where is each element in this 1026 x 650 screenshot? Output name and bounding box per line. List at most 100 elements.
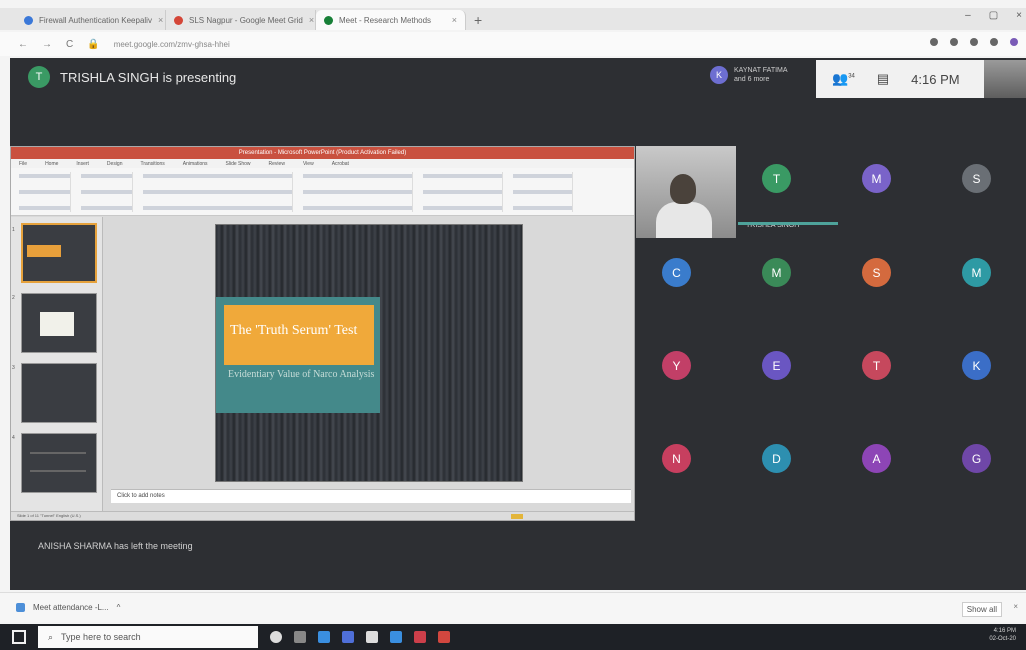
- pinned-sub: and 6 more: [734, 76, 770, 83]
- current-slide: The 'Truth Serum' Test Evidentiary Value…: [215, 224, 523, 482]
- task-view-icon[interactable]: [294, 631, 306, 643]
- close-window-button[interactable]: ×: [1016, 10, 1022, 21]
- tab-label: Firewall Authentication Keepaliv: [39, 15, 152, 25]
- ribbon-tabs: File Home Insert Design Transitions Anim…: [11, 159, 634, 168]
- ribbon-tab[interactable]: Review: [269, 161, 285, 167]
- extensions: [930, 38, 1018, 46]
- ribbon-tab[interactable]: Slide Show: [226, 161, 251, 167]
- thumb-number: 2: [12, 295, 15, 301]
- chevron-up-icon[interactable]: ^: [117, 603, 121, 612]
- presenter-avatar: T: [28, 66, 50, 88]
- slide-subtitle: Evidentiary Value of Narco Analysis: [228, 369, 375, 380]
- participant-avatar[interactable]: S: [962, 164, 991, 193]
- participant-avatar[interactable]: T: [762, 164, 791, 193]
- participant-avatar[interactable]: M: [762, 258, 791, 287]
- participant-avatar[interactable]: K: [962, 351, 991, 380]
- show-all-button[interactable]: Show all: [961, 602, 1002, 617]
- slide-thumb[interactable]: [21, 433, 97, 493]
- user-avatar: K: [710, 66, 728, 84]
- maximize-button[interactable]: ▢: [989, 10, 998, 21]
- close-icon[interactable]: ×: [309, 15, 314, 25]
- tab-label: Meet - Research Methods: [339, 15, 432, 25]
- participant-avatar[interactable]: D: [762, 444, 791, 473]
- tray-time: 4:16 PM: [993, 628, 1016, 634]
- download-bar: Meet attendance -L... ^: [0, 592, 1026, 622]
- star-icon[interactable]: [950, 38, 958, 46]
- speaking-indicator: [738, 222, 838, 225]
- participant-avatar[interactable]: Y: [662, 351, 691, 380]
- self-preview[interactable]: [984, 60, 1026, 98]
- slide-thumb[interactable]: [21, 293, 97, 353]
- camera-icon[interactable]: [930, 38, 938, 46]
- slide-title-box: The 'Truth Serum' Test Evidentiary Value…: [216, 297, 380, 413]
- url-field[interactable]: meet.google.com/zmv-ghsa-hhei: [114, 40, 230, 49]
- ribbon-tab[interactable]: View: [303, 161, 314, 167]
- participant-avatar[interactable]: M: [962, 258, 991, 287]
- chrome-icon[interactable]: [414, 631, 426, 643]
- participant-avatar[interactable]: T: [862, 351, 891, 380]
- system-tray[interactable]: 4:16 PM 02-Oct-20: [989, 627, 1016, 643]
- slide-thumb[interactable]: [21, 363, 97, 423]
- ribbon-tab[interactable]: Acrobat: [332, 161, 349, 167]
- meeting-notification: ANISHA SHARMA has left the meeting: [38, 541, 193, 551]
- video-tile[interactable]: [636, 146, 736, 238]
- profile-avatar[interactable]: [1010, 38, 1018, 46]
- mail-icon[interactable]: [390, 631, 402, 643]
- windows-start-icon[interactable]: [12, 630, 26, 644]
- ribbon-group: [19, 172, 71, 212]
- close-icon[interactable]: ×: [452, 15, 457, 25]
- notes-pane[interactable]: Click to add notes: [111, 489, 631, 503]
- reload-icon[interactable]: C: [66, 39, 73, 50]
- participant-avatar[interactable]: N: [662, 444, 691, 473]
- thumb-number: 3: [12, 365, 15, 371]
- ribbon-tab[interactable]: Transitions: [141, 161, 165, 167]
- globe-icon: [24, 15, 33, 25]
- new-tab-button[interactable]: +: [466, 12, 490, 30]
- chat-icon[interactable]: ▤: [877, 71, 889, 87]
- cortana-icon[interactable]: [270, 631, 282, 643]
- browser-tab-firewall[interactable]: Firewall Authentication Keepaliv ×: [16, 10, 166, 30]
- bag-icon[interactable]: [366, 631, 378, 643]
- ribbon-group: [303, 172, 413, 212]
- minimize-button[interactable]: –: [965, 10, 971, 21]
- slide-thumb[interactable]: [21, 223, 97, 283]
- ribbon-tab[interactable]: Design: [107, 161, 123, 167]
- ribbon-tab[interactable]: Home: [45, 161, 58, 167]
- edge-icon[interactable]: [318, 631, 330, 643]
- meeting-toolbar: 👥34 ▤ 4:16 PM: [816, 60, 992, 98]
- participant-avatar[interactable]: S: [862, 258, 891, 287]
- close-icon[interactable]: ×: [158, 15, 163, 25]
- people-icon[interactable]: 👥34: [832, 71, 855, 87]
- taskbar-search[interactable]: ⌕ Type here to search: [38, 626, 258, 648]
- forward-icon[interactable]: →: [42, 39, 52, 50]
- ribbon-tab[interactable]: Insert: [76, 161, 89, 167]
- puzzle-icon[interactable]: [990, 38, 998, 46]
- back-icon[interactable]: ←: [18, 39, 28, 50]
- browser-tab-gmail[interactable]: SLS Nagpur - Google Meet Grid ×: [166, 10, 316, 30]
- pinned-users[interactable]: K KAYNAT FATIMA and 6 more: [710, 66, 788, 84]
- download-file-name[interactable]: Meet attendance -L...: [33, 603, 109, 612]
- participant-avatar[interactable]: C: [662, 258, 691, 287]
- thumb-number: 1: [12, 227, 15, 233]
- powerpoint-icon[interactable]: [438, 631, 450, 643]
- ribbon-tab[interactable]: File: [19, 161, 27, 167]
- participant-avatar[interactable]: A: [862, 444, 891, 473]
- browser-tab-meet[interactable]: Meet - Research Methods ×: [316, 10, 466, 30]
- lock-icon: 🔒: [87, 38, 100, 50]
- store-icon[interactable]: [342, 631, 354, 643]
- meet-stage: T TRISHLA SINGH is presenting K KAYNAT F…: [10, 58, 1026, 590]
- powerpoint-title: Presentation - Microsoft PowerPoint (Pro…: [11, 147, 634, 159]
- tray-date: 02-Oct-20: [989, 636, 1016, 642]
- thumb-number: 4: [12, 435, 15, 441]
- address-bar: ← → C 🔒 meet.google.com/zmv-ghsa-hhei: [0, 32, 1026, 56]
- search-placeholder: Type here to search: [61, 632, 141, 642]
- participant-avatar[interactable]: M: [862, 164, 891, 193]
- close-icon[interactable]: ×: [1013, 602, 1018, 611]
- participant-avatar[interactable]: G: [962, 444, 991, 473]
- participant-avatar[interactable]: E: [762, 351, 791, 380]
- status-bar: Slide 1 of 11 "Tunnel" English (U.S.): [11, 511, 634, 520]
- ribbon-group: [143, 172, 293, 212]
- meet-icon: [324, 15, 333, 25]
- ribbon-tab[interactable]: Animations: [183, 161, 208, 167]
- extension-icon[interactable]: [970, 38, 978, 46]
